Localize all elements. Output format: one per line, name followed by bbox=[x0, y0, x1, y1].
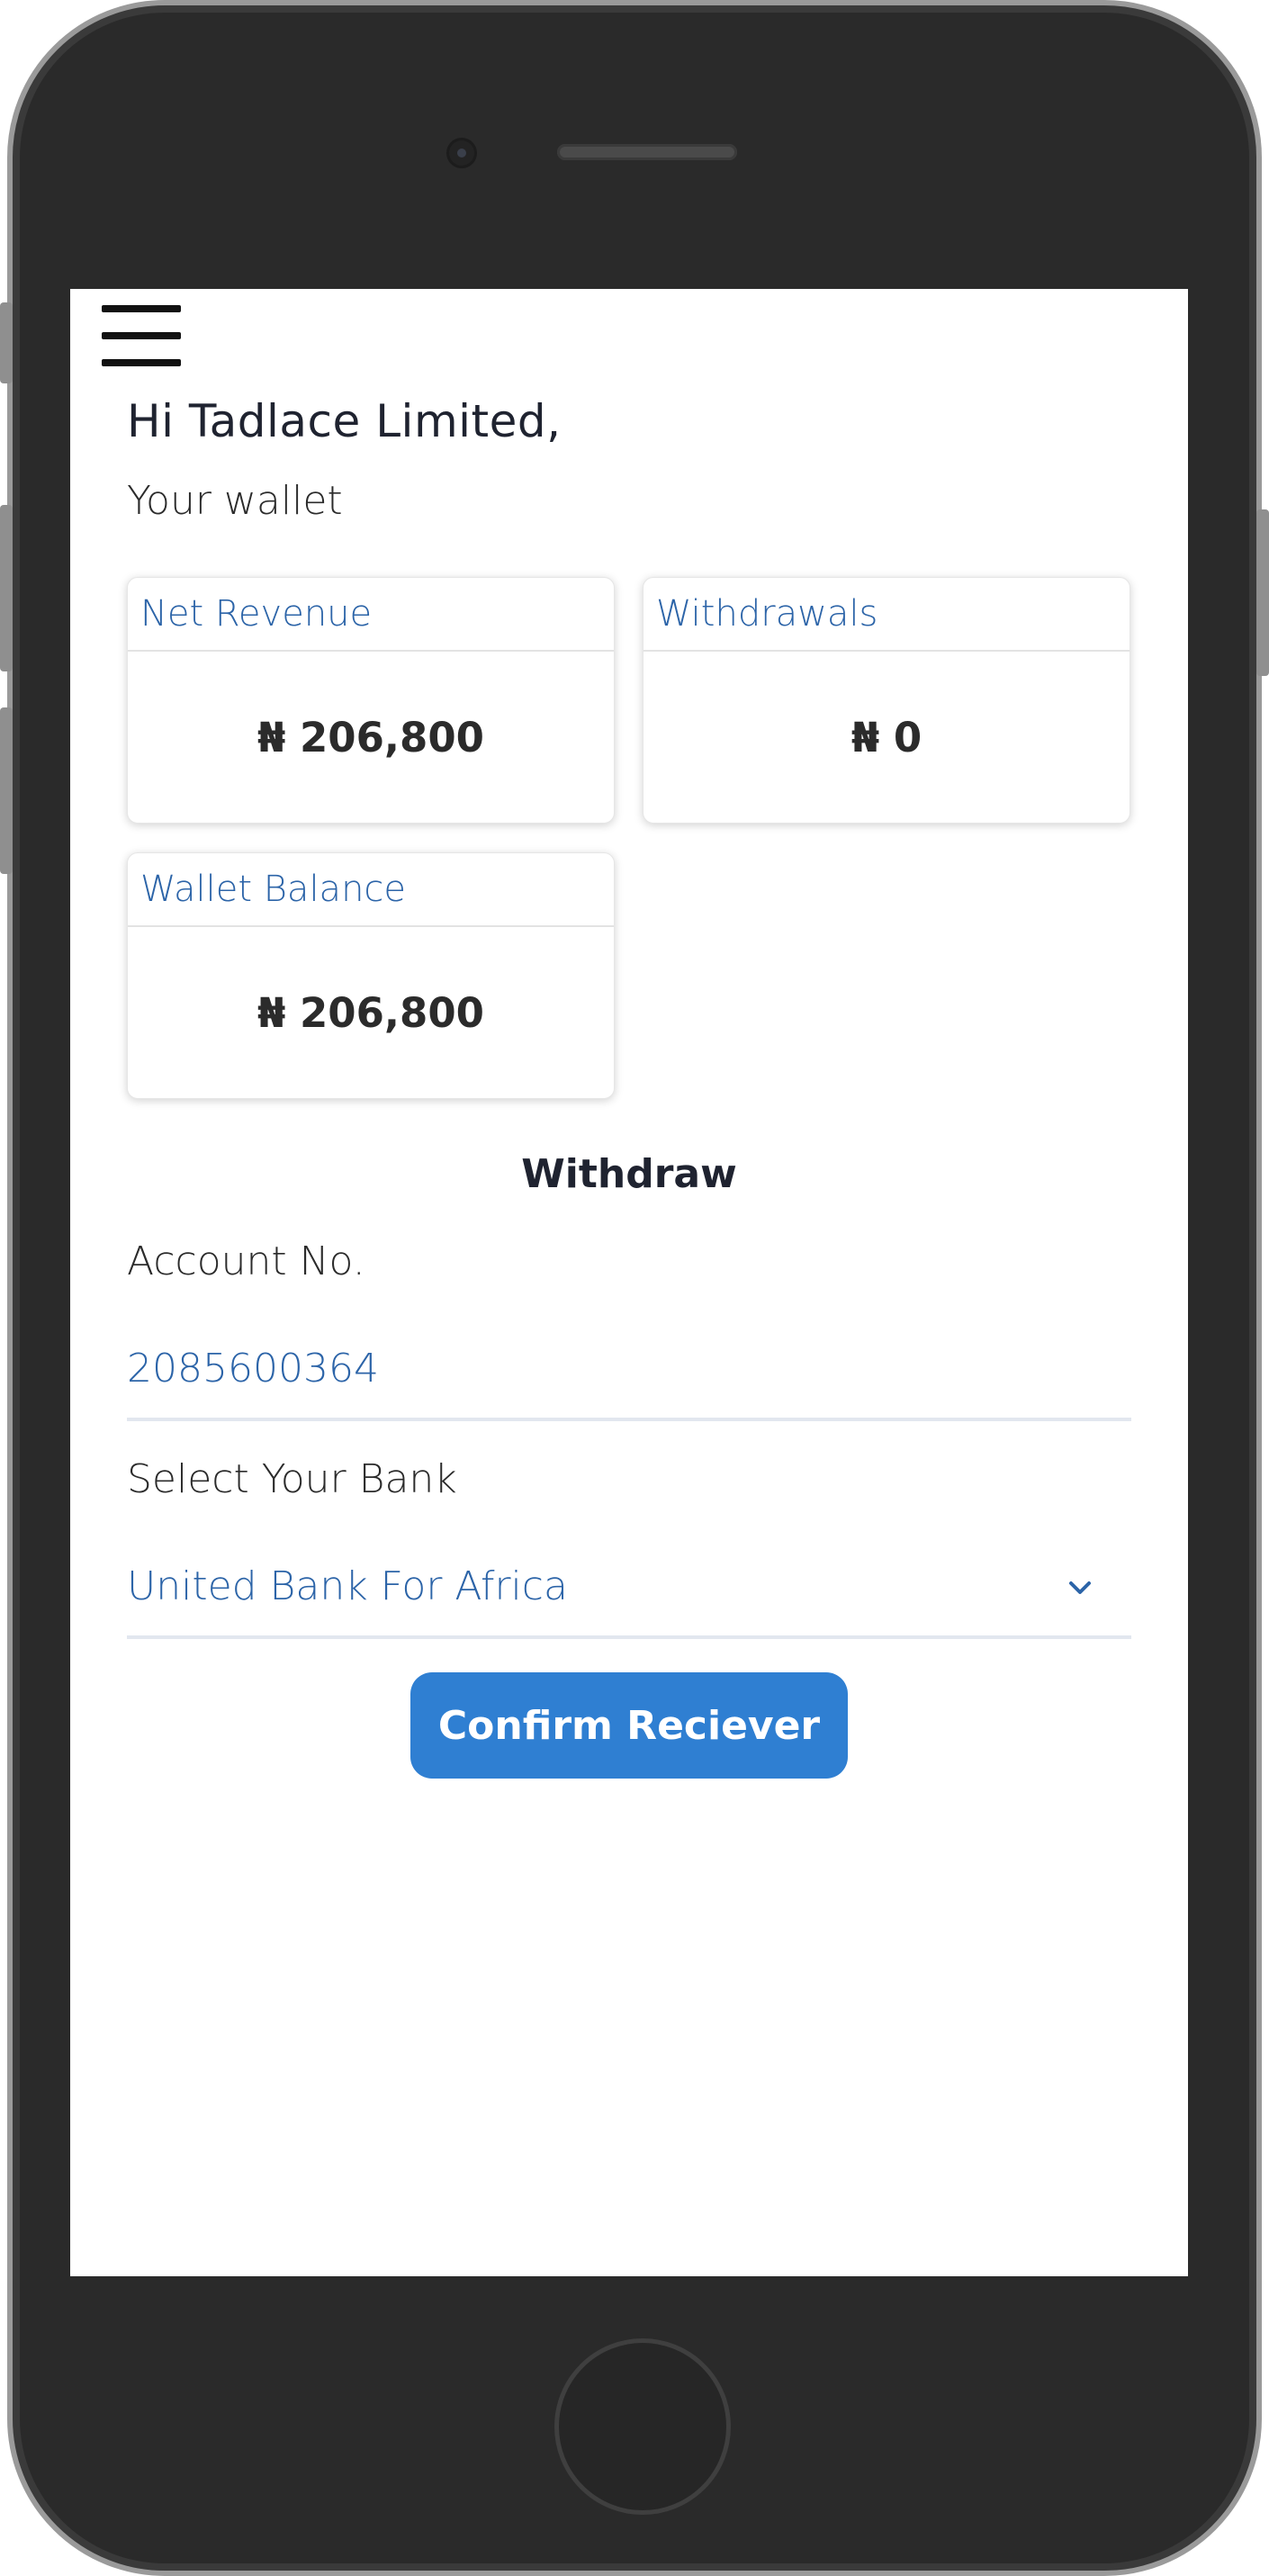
withdrawals-amount: ₦ 0 bbox=[850, 713, 922, 761]
side-button-power bbox=[1256, 509, 1269, 676]
front-camera bbox=[449, 140, 474, 166]
bank-select[interactable]: United Bank For Africa bbox=[127, 1551, 1131, 1639]
withdrawals-title: Withdrawals bbox=[644, 578, 1130, 652]
hamburger-menu-icon[interactable] bbox=[102, 305, 181, 366]
confirm-receiver-button[interactable]: Confirm Reciever bbox=[410, 1672, 848, 1779]
net-revenue-card: Net Revenue ₦ 206,800 bbox=[127, 577, 615, 824]
bank-select-value: United Bank For Africa bbox=[127, 1563, 568, 1609]
greeting-title: Hi Tadlace Limited, bbox=[127, 395, 562, 447]
wallet-balance-card: Wallet Balance ₦ 206,800 bbox=[127, 852, 615, 1099]
wallet-subtitle: Your wallet bbox=[127, 478, 343, 524]
withdrawals-card: Withdrawals ₦ 0 bbox=[643, 577, 1130, 824]
wallet-balance-amount: ₦ 206,800 bbox=[257, 988, 484, 1037]
account-number-label: Account No. bbox=[127, 1238, 365, 1284]
account-number-field[interactable]: 2085600364 bbox=[127, 1333, 1131, 1421]
net-revenue-title: Net Revenue bbox=[128, 578, 614, 652]
net-revenue-amount: ₦ 206,800 bbox=[257, 713, 484, 761]
home-button[interactable] bbox=[554, 2338, 731, 2515]
wallet-balance-title: Wallet Balance bbox=[128, 853, 614, 927]
chevron-down-icon bbox=[1069, 1581, 1091, 1594]
side-button-volume-down bbox=[0, 707, 13, 874]
withdraw-heading: Withdraw bbox=[521, 1151, 737, 1197]
bank-select-label: Select Your Bank bbox=[127, 1456, 457, 1502]
side-button-volume-up bbox=[0, 505, 13, 671]
app-screen: Hi Tadlace Limited, Your wallet Net Reve… bbox=[70, 289, 1188, 2276]
side-button-mute bbox=[0, 302, 13, 383]
account-number-value: 2085600364 bbox=[127, 1346, 379, 1392]
earpiece-speaker bbox=[557, 144, 737, 160]
